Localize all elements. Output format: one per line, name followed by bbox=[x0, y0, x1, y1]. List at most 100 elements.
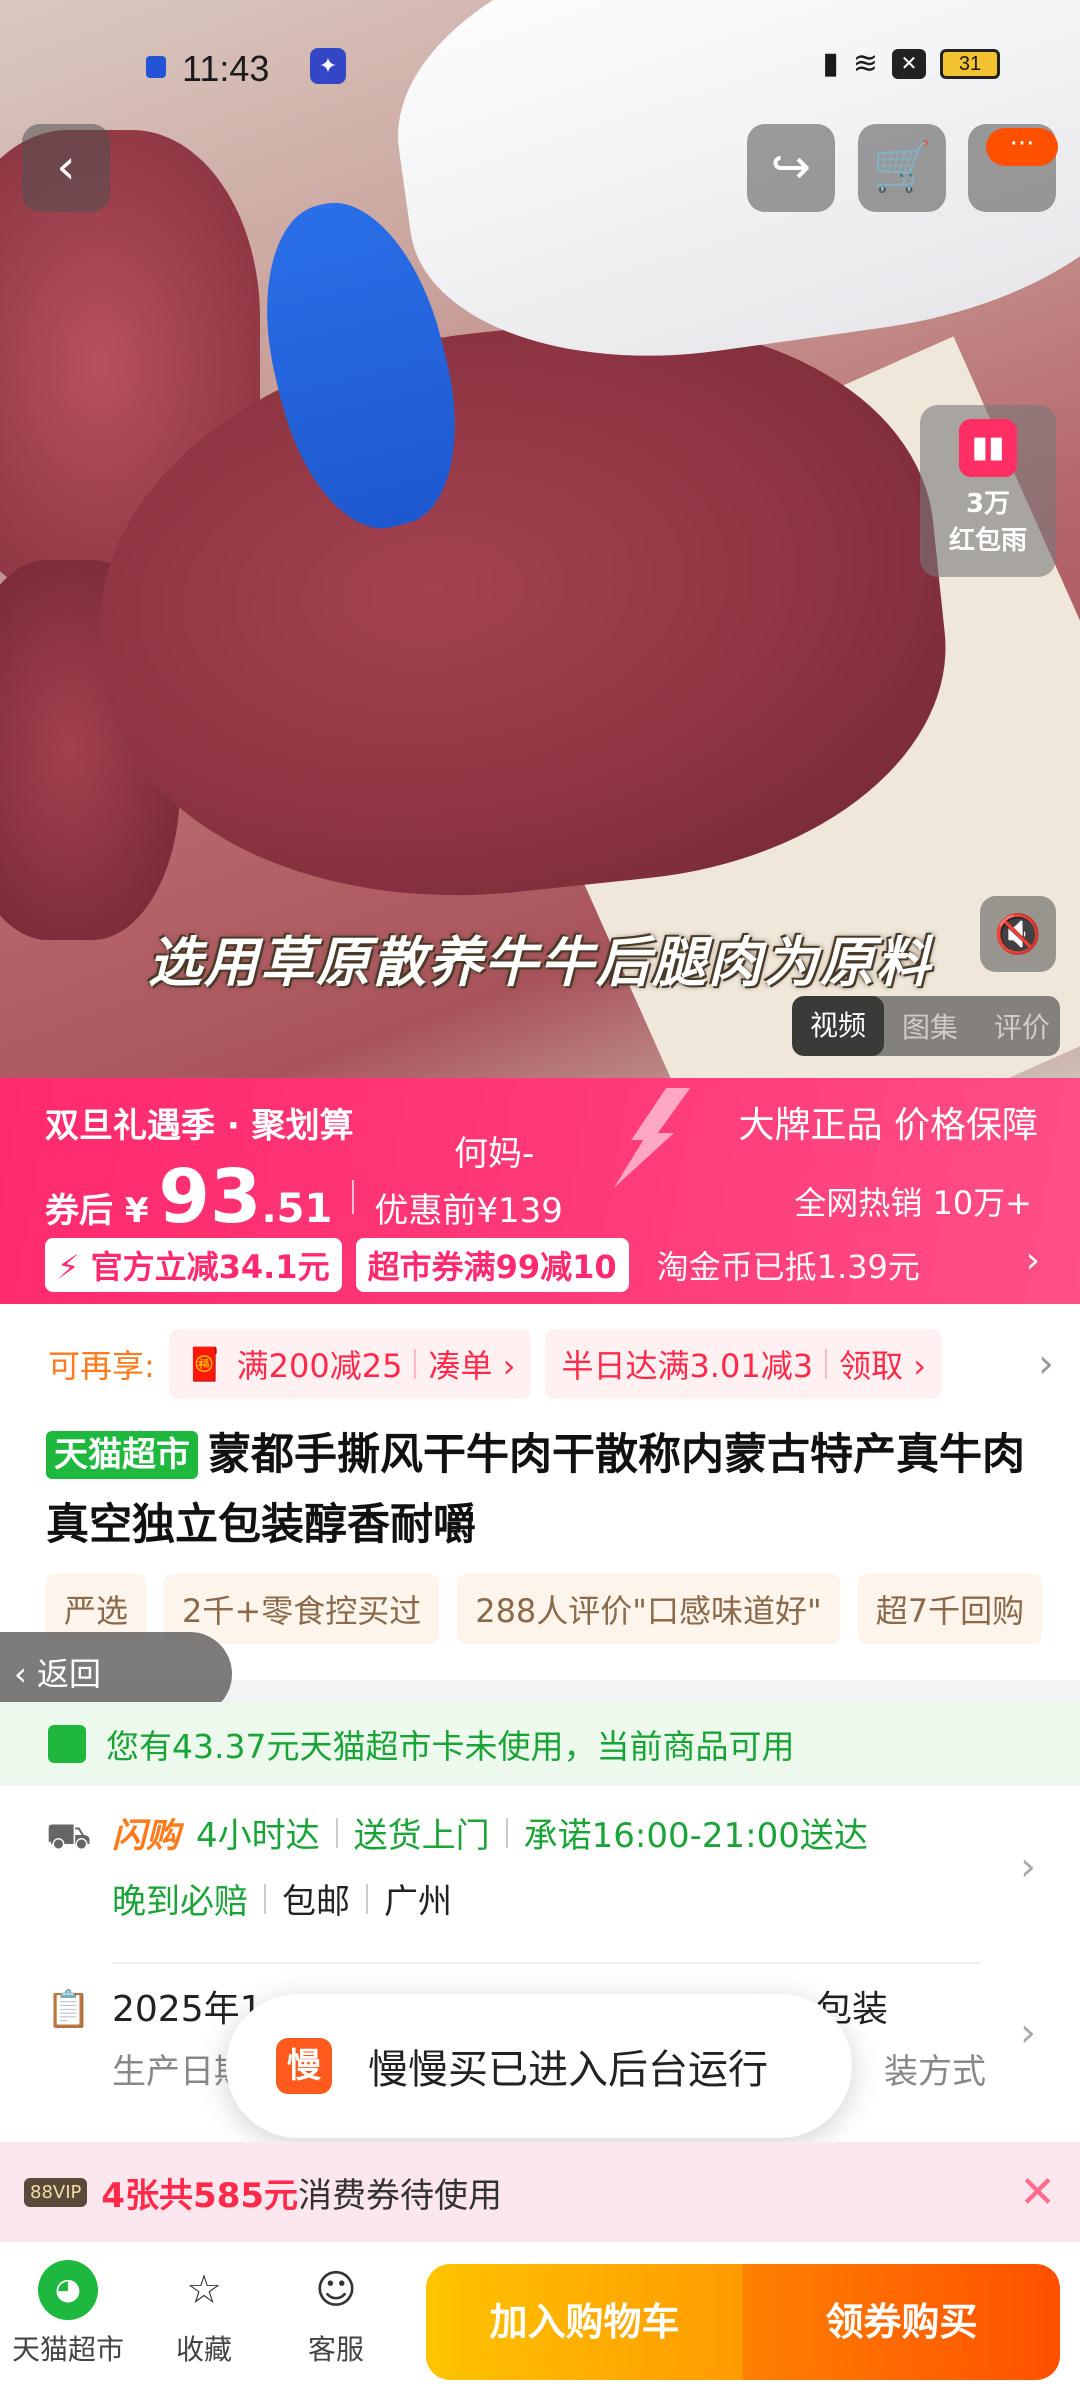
coupon-main: 满200减25 bbox=[236, 1347, 403, 1385]
hot-sales: 全网热销 10万+ bbox=[794, 1184, 1032, 1222]
tab-gallery[interactable]: 图集 bbox=[884, 1006, 976, 1046]
cart-button[interactable]: 🛒 bbox=[858, 124, 946, 212]
shipping-line-1: 闪购 4小时达 送货上门 承诺16:00-21:00送达 bbox=[112, 1808, 868, 1857]
divider bbox=[366, 1883, 368, 1914]
clipboard-icon: 📋 bbox=[46, 1989, 91, 2030]
tag-item[interactable]: 2千+零食控买过 bbox=[164, 1574, 440, 1644]
clock: 11:43 bbox=[182, 48, 270, 89]
free-shipping: 包邮 bbox=[282, 1882, 350, 1922]
mute-icon[interactable]: 🔇 bbox=[980, 896, 1056, 972]
promo-banner: 双旦礼遇季 · 聚划算 何妈- 大牌正品 价格保障 券后 ¥ 93 .51 优惠… bbox=[0, 1078, 1080, 1304]
eta: 4小时达 bbox=[196, 1816, 320, 1856]
coupon-action: 领取 › bbox=[839, 1347, 927, 1385]
red-packet-rain-button[interactable]: ▮▮ 3万 红包雨 bbox=[920, 405, 1056, 577]
guarantee-text: 大牌正品 价格保障 bbox=[738, 1105, 1038, 1146]
media-tabs: 视频 图集 评价 bbox=[792, 996, 1060, 1056]
tab-video[interactable]: 视频 bbox=[792, 996, 885, 1056]
divider bbox=[505, 1817, 508, 1848]
divider bbox=[335, 1817, 338, 1848]
store-tag: 天猫超市 bbox=[46, 1431, 198, 1479]
divider bbox=[352, 1180, 355, 1214]
coupon-full-reduction[interactable]: 🧧 满200减25 凑单 › bbox=[168, 1329, 532, 1399]
flash-buy-label: 闪购 bbox=[112, 1816, 180, 1856]
wifi-icon: ≋ bbox=[852, 47, 878, 80]
price-label: 券后 ¥ bbox=[45, 1191, 149, 1231]
late-compensation: 晚到必赔 bbox=[112, 1882, 248, 1922]
share-button[interactable]: ↪ bbox=[747, 124, 835, 212]
promo-event: 双旦礼遇季 · 聚划算 bbox=[45, 1106, 354, 1146]
chevron-right-icon: › bbox=[1020, 2010, 1036, 2056]
lightning-icon bbox=[614, 1088, 690, 1188]
product-video[interactable]: 选用草原散养牛牛后腿肉为原料 11:43 ✦ ▮ ≋ ✕ 31 ‹ ↪ 🛒 ··… bbox=[0, 0, 1080, 1078]
more-button[interactable]: ··· bbox=[968, 124, 1058, 212]
bottom-bar: ◕ 天猫超市 ☆ 收藏 ☺ 客服 加入购物车 领券购买 bbox=[0, 2242, 1080, 2400]
tmall-supermarket-tab[interactable]: ◕ 天猫超市 bbox=[8, 2260, 128, 2368]
tab-label: 天猫超市 bbox=[11, 2333, 124, 2366]
voucher-bar[interactable]: 88VIP 4张共585元 消费券待使用 ✕ bbox=[0, 2142, 1080, 2242]
flashlight-icon: ✦ bbox=[310, 48, 346, 84]
back-button[interactable]: ‹ bbox=[22, 124, 110, 212]
status-icons: ▮ ≋ ✕ 31 bbox=[822, 46, 1000, 81]
shipping-line-2: 晚到必赔 包邮 广州 bbox=[112, 1874, 452, 1923]
coupon-half-day[interactable]: 半日达满3.01减3 领取 › bbox=[545, 1329, 943, 1399]
shipping-info[interactable]: ⛟ 闪购 4小时达 送货上门 承诺16:00-21:00送达 晚到必赔 包邮 广… bbox=[46, 1808, 1036, 1948]
price-decimal: .51 bbox=[261, 1186, 333, 1232]
chevron-right-icon[interactable]: › bbox=[1026, 1240, 1040, 1281]
red-packet-count: 3万 bbox=[965, 489, 1011, 519]
divider bbox=[264, 1883, 266, 1914]
card-notice-text: 您有43.37元天猫超市卡未使用，当前商品可用 bbox=[106, 1727, 795, 1766]
chat-face-icon: ☺ bbox=[315, 2267, 357, 2313]
buy-with-coupon-button[interactable]: 领券购买 bbox=[743, 2264, 1060, 2380]
vip-badge: 88VIP bbox=[24, 2177, 88, 2207]
background-run-toast: 慢 慢慢买已进入后台运行 bbox=[226, 1994, 852, 2138]
chevron-right-icon: › bbox=[1020, 1844, 1036, 1890]
tmall-cat-icon: ◕ bbox=[38, 2260, 98, 2320]
divider bbox=[825, 1349, 828, 1379]
divider bbox=[112, 1962, 980, 1964]
city: 广州 bbox=[384, 1882, 452, 1922]
divider bbox=[414, 1349, 417, 1379]
voucher-text: 消费券待使用 bbox=[298, 2175, 503, 2216]
voucher-highlight: 4张共585元 bbox=[101, 2175, 299, 2216]
more-badge: ··· bbox=[986, 128, 1058, 166]
customer-service-tab[interactable]: ☺ 客服 bbox=[276, 2260, 396, 2368]
supermarket-coupon-chip: 超市券满99减10 bbox=[355, 1238, 629, 1292]
status-bar: 11:43 ✦ ▮ ≋ ✕ 31 bbox=[0, 40, 1080, 96]
price-row: 券后 ¥ 93 .51 优惠前¥139 bbox=[45, 1154, 563, 1240]
coupon-row: 可再享: 🧧 满200减25 凑单 › 半日达满3.01减3 领取 › › bbox=[0, 1304, 1080, 1424]
bar-chart-icon: ▮▮ bbox=[959, 419, 1017, 477]
door-delivery: 送货上门 bbox=[353, 1816, 490, 1856]
battery-icon: 31 bbox=[940, 48, 1000, 79]
sim-off-icon: ✕ bbox=[892, 48, 926, 79]
card-notice[interactable]: 您有43.37元天猫超市卡未使用，当前商品可用 bbox=[0, 1702, 1080, 1786]
original-price: 优惠前¥139 bbox=[374, 1191, 563, 1231]
truck-icon: ⛟ bbox=[46, 1816, 92, 1857]
video-caption: 选用草原散养牛牛后腿肉为原料 bbox=[148, 931, 932, 994]
discount-chips[interactable]: ⚡ 官方立减34.1元 超市券满99减10 淘金币已抵1.39元 bbox=[45, 1238, 920, 1292]
tab-reviews[interactable]: 评价 bbox=[976, 1006, 1060, 1046]
favorite-tab[interactable]: ☆ 收藏 bbox=[144, 2260, 264, 2368]
app-icon: 慢 bbox=[276, 2038, 332, 2094]
add-to-cart-button[interactable]: 加入购物车 bbox=[426, 2264, 743, 2380]
coupon-main: 半日达满3.01减3 bbox=[561, 1347, 814, 1385]
tag-item[interactable]: 超7千回购 bbox=[857, 1574, 1043, 1644]
coupon-label: 可再享: bbox=[48, 1347, 155, 1385]
chevron-right-icon[interactable]: › bbox=[1038, 1341, 1054, 1387]
price-integer: 93 bbox=[158, 1154, 262, 1240]
toast-text: 慢慢买已进入后台运行 bbox=[368, 2047, 768, 2093]
tab-label: 收藏 bbox=[175, 2333, 232, 2366]
official-discount-text: 官方立减34.1元 bbox=[90, 1248, 330, 1286]
vibrate-icon: ▮ bbox=[822, 47, 839, 80]
purchase-actions: 加入购物车 领券购买 bbox=[426, 2264, 1060, 2380]
coin-text: 淘金币已抵1.39元 bbox=[656, 1248, 920, 1286]
return-label: 返回 bbox=[36, 1655, 101, 1693]
tag-item[interactable]: 288人评价"口感味道好" bbox=[457, 1574, 840, 1644]
tab-label: 客服 bbox=[307, 2333, 364, 2366]
official-discount-chip: ⚡ 官方立减34.1元 bbox=[45, 1238, 342, 1292]
red-packet-label: 红包雨 bbox=[948, 526, 1027, 556]
card-icon bbox=[48, 1725, 86, 1763]
product-title: 天猫超市 蒙都手撕风干牛肉干散称内蒙古特产真牛肉真空独立包装醇香耐嚼 bbox=[46, 1420, 1046, 1560]
coupon-action: 凑单 › bbox=[428, 1347, 516, 1385]
notification-icon bbox=[146, 56, 166, 78]
close-icon[interactable]: ✕ bbox=[1019, 2167, 1056, 2218]
